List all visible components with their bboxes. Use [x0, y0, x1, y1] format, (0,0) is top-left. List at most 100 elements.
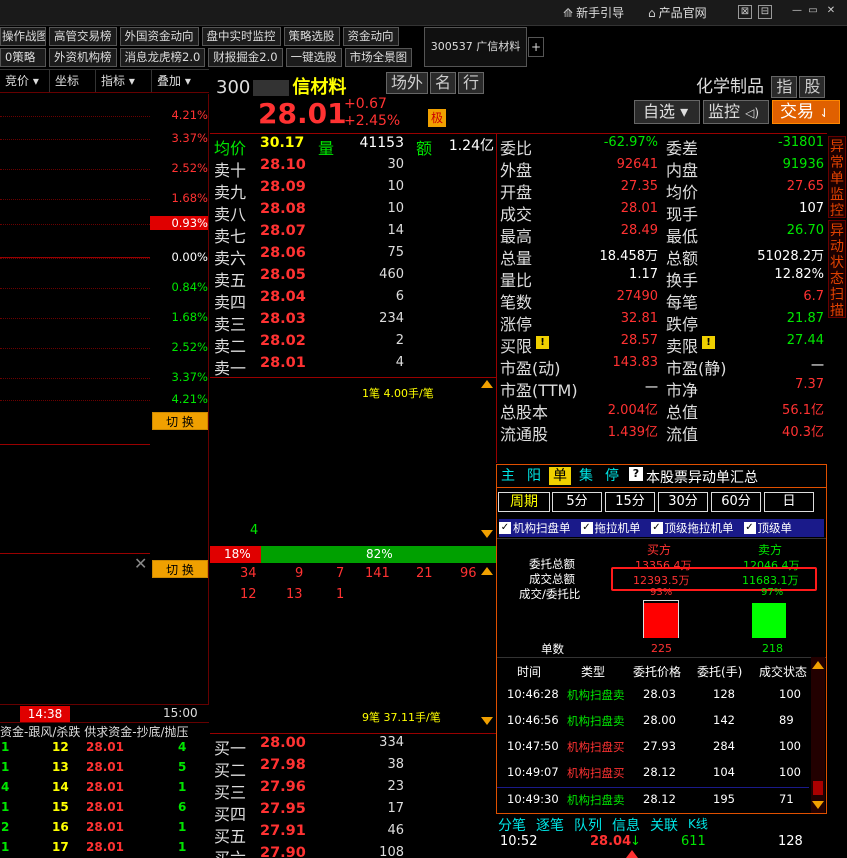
otc-button[interactable]: 场外 [386, 72, 428, 94]
add-tab-button[interactable]: + [528, 37, 544, 57]
nav-btn[interactable]: 财报掘金2.0 [208, 48, 283, 67]
stock-tab[interactable]: 300537 广信材料 [424, 27, 527, 67]
cell-type: 机构扫盘卖 [567, 714, 625, 728]
minimize-icon[interactable]: — [790, 5, 804, 19]
sell-level-8[interactable]: 卖八 28.08 10 [214, 201, 494, 224]
period-2[interactable]: 30分 [658, 492, 708, 512]
check-1[interactable]: ✓ 拖拉机单 [580, 519, 647, 537]
panel-tab-3[interactable]: 集 [575, 467, 597, 485]
bottom-tab-0[interactable]: 分笔 [498, 815, 526, 834]
cell-price: 27.93 [643, 739, 676, 753]
switch-button-2[interactable]: 切 换 [152, 560, 208, 578]
buy-level-6[interactable]: 买六 27.90 108 [214, 845, 494, 858]
coord-menu[interactable]: 坐标 [50, 70, 96, 92]
buy-level-5[interactable]: 买五 27.91 46 [214, 823, 494, 846]
sell-level-9[interactable]: 卖九 28.09 10 [214, 179, 494, 202]
info-label: 现手 [666, 205, 699, 224]
nav-btn[interactable]: 市场全景图 [344, 48, 413, 67]
close-x-icon[interactable]: ⊠ [738, 5, 752, 19]
nav-btn[interactable]: 外资机构榜 [49, 48, 117, 67]
pct-label: 3.37% [171, 131, 208, 145]
side-tab-abnormal[interactable]: 异常单监控 [828, 136, 846, 219]
nav-btn[interactable]: 高管交易榜 [49, 27, 117, 46]
nav-btn[interactable]: 盘中实时监控 [201, 27, 281, 46]
bottom-tab-1[interactable]: 逐笔 [536, 815, 564, 834]
nav-btn[interactable]: 操作战图 [0, 27, 46, 46]
nav-btn[interactable]: 外国资金动向 [119, 27, 199, 46]
name-button[interactable]: 名 [430, 72, 456, 94]
scroll-thumb[interactable] [813, 781, 823, 795]
bottom-tab-2[interactable]: 队列 [574, 815, 602, 834]
intraday-chart[interactable]: 4.21% 3.37% 2.52% 1.68% 0.93% 0.00% 0.84% 1.68%… [0, 94, 209, 704]
checkbox-icon[interactable]: ✓ [650, 522, 663, 534]
period-1[interactable]: 15分 [605, 492, 655, 512]
sell-level-5[interactable]: 卖五 28.05 460 [214, 267, 494, 290]
checkbox-icon[interactable]: ✓ [743, 522, 756, 534]
checkbox-icon[interactable]: ✓ [499, 522, 511, 534]
close-icon[interactable]: ✕ [824, 5, 838, 19]
table-row[interactable]: 10:47:50 机构扫盘买 27.93 284 100 [497, 735, 809, 757]
index-button[interactable]: 指 [771, 76, 798, 98]
watchlist-button[interactable]: 自选 ▾ [634, 100, 700, 124]
check-2[interactable]: ✓ 顶级拖拉机单 [650, 519, 740, 537]
panel-tab-1[interactable]: 阳 [523, 467, 545, 485]
bottom-tab-5[interactable]: K线 [688, 815, 708, 833]
table-row[interactable]: 10:46:56 机构扫盘卖 28.00 142 89 [497, 709, 809, 731]
table-row[interactable]: 10:46:28 机构扫盘卖 28.03 128 100 [497, 683, 809, 705]
nav-btn[interactable]: 一键选股 [285, 48, 342, 67]
scroll-down-icon[interactable] [481, 530, 493, 538]
ratio-bar: 18% 82% [210, 546, 496, 563]
pct-label: 2.52% [171, 340, 208, 354]
buy-level-2[interactable]: 买二 27.98 38 [214, 757, 494, 780]
row-button[interactable]: 行 [458, 72, 484, 94]
guide-link[interactable]: ⟰ 新手引导 [563, 4, 624, 21]
checkbox-icon[interactable]: ✓ [580, 522, 593, 534]
sell-level-7[interactable]: 卖七 28.07 14 [214, 223, 494, 246]
restore-icon[interactable]: ⊟ [758, 5, 772, 19]
stock-button[interactable]: 股 [799, 76, 826, 98]
sell-level-3[interactable]: 卖三 28.03 234 [214, 311, 494, 334]
check-0[interactable]: ✓ 机构扫盘单 [499, 519, 577, 537]
bottom-tab-4[interactable]: 关联 [650, 815, 678, 834]
buy-level-4[interactable]: 买四 27.95 17 [214, 801, 494, 824]
scroll-down-icon[interactable] [812, 801, 824, 809]
auction-menu[interactable]: 竞价 ▾ [0, 70, 50, 92]
maximize-icon[interactable]: ▭ [806, 5, 820, 19]
panel-tab-2[interactable]: 单 [549, 467, 571, 485]
info-icon[interactable]: ? [629, 467, 643, 481]
table-row[interactable]: 10:49:30 机构扫盘卖 28.12 195 71 [497, 787, 809, 809]
grid-line [0, 553, 150, 554]
indicator-menu[interactable]: 指标 ▾ [96, 70, 152, 92]
nav-btn[interactable]: 资金动向 [342, 27, 399, 46]
sell-level-6[interactable]: 卖六 28.06 75 [214, 245, 494, 268]
scroll-up-icon[interactable] [481, 567, 493, 575]
nav-btn[interactable]: 0策略 [0, 48, 46, 67]
side-tab-scan[interactable]: 异动状态扫描 [828, 220, 846, 319]
monitor-button[interactable]: 监控 ◁) [703, 100, 769, 124]
buy-level-1[interactable]: 买一 28.00 334 [214, 735, 494, 758]
buy-level-3[interactable]: 买三 27.96 23 [214, 779, 494, 802]
check-3[interactable]: ✓ 顶级单 [743, 519, 799, 537]
bottom-tab-3[interactable]: 信息 [612, 815, 640, 834]
trade-button[interactable]: 交易 ⇃ [772, 100, 840, 124]
sell-level-4[interactable]: 卖四 28.04 6 [214, 289, 494, 312]
sell-level-2[interactable]: 卖二 28.02 2 [214, 333, 494, 356]
table-row[interactable]: 10:49:07 机构扫盘买 28.12 104 100 [497, 761, 809, 783]
info-value: 107 [799, 201, 824, 216]
sell-level-1[interactable]: 卖一 28.01 4 [214, 355, 494, 378]
nav-btn[interactable]: 策略选股 [283, 27, 340, 46]
scroll-up-icon[interactable] [812, 661, 824, 669]
period-4[interactable]: 日 [764, 492, 814, 512]
nav-btn[interactable]: 消息龙虎榜2.0 [119, 48, 206, 67]
panel-tab-0[interactable]: 主 [497, 467, 519, 485]
switch-button[interactable]: 切 换 [152, 412, 208, 430]
overlay-menu[interactable]: 叠加 ▾ [152, 70, 209, 92]
period-3[interactable]: 60分 [711, 492, 761, 512]
official-site-link[interactable]: ⌂ 产品官网 [648, 4, 707, 21]
scroll-up-icon[interactable] [481, 380, 493, 388]
scroll-down-icon[interactable] [481, 717, 493, 725]
sell-level-10[interactable]: 卖十 28.10 30 [214, 157, 494, 180]
panel-tab-4[interactable]: 停 [601, 467, 623, 485]
grid-line [0, 348, 150, 349]
period-0[interactable]: 5分 [552, 492, 602, 512]
